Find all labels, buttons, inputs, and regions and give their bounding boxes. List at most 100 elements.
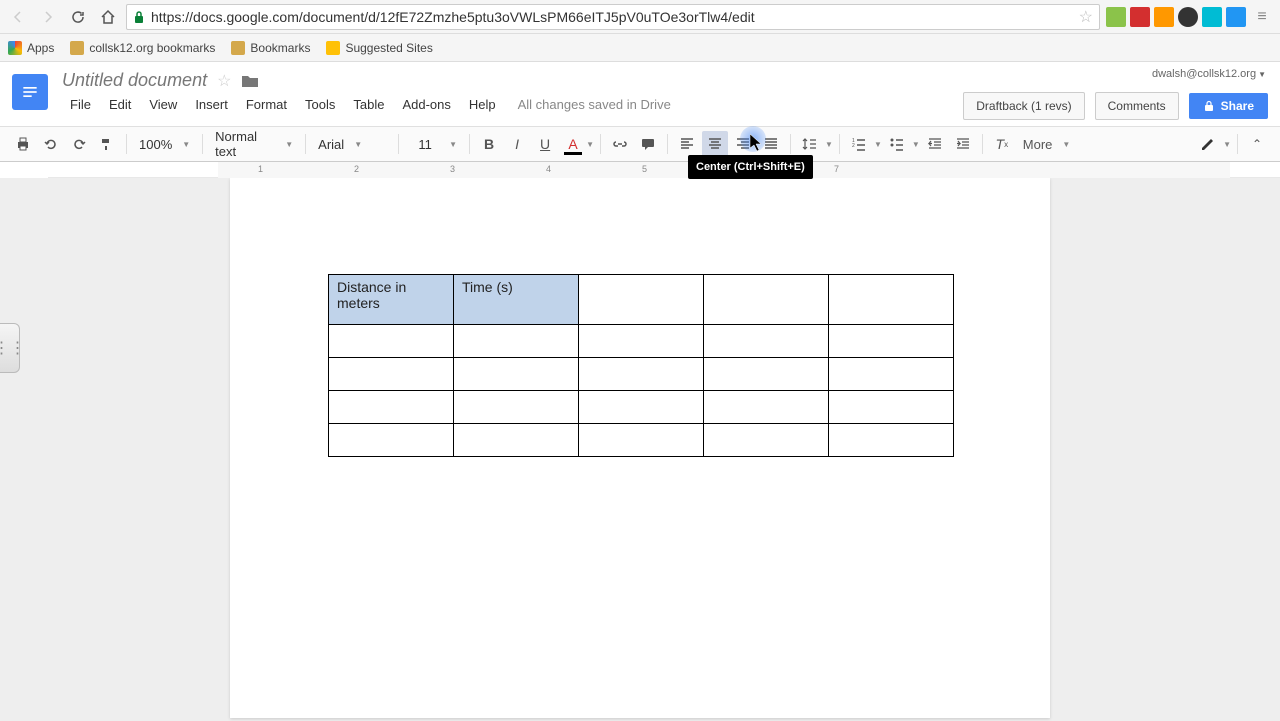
table-cell[interactable] [704, 391, 829, 424]
bulleted-list-button[interactable] [884, 131, 910, 157]
move-to-folder-icon[interactable] [241, 73, 259, 89]
table-cell[interactable] [329, 391, 454, 424]
table-cell[interactable] [579, 325, 704, 358]
more-button[interactable]: More▼ [1017, 131, 1077, 157]
table-row [329, 391, 954, 424]
table-cell[interactable] [329, 358, 454, 391]
bookmark-star-icon[interactable]: ☆ [1079, 7, 1093, 27]
print-button[interactable] [10, 131, 36, 157]
toolbar: 100%▼ Normal text▼ Arial▼ 11▼ B I U A ▼ … [0, 126, 1280, 162]
insert-comment-button[interactable] [635, 131, 661, 157]
apps-bookmark[interactable]: Apps [8, 41, 54, 55]
chrome-menu-icon[interactable]: ≡ [1250, 5, 1274, 29]
bookmark-folder[interactable]: collsk12.org bookmarks [70, 41, 215, 55]
redo-button[interactable] [66, 131, 92, 157]
document-title[interactable]: Untitled document [62, 70, 207, 91]
bookmark-link[interactable]: Suggested Sites [326, 41, 432, 55]
table-cell[interactable] [829, 275, 954, 325]
menu-addons[interactable]: Add-ons [394, 93, 458, 116]
underline-button[interactable]: U [532, 131, 558, 157]
align-justify-button[interactable] [758, 131, 784, 157]
table-cell[interactable]: Time (s) [454, 275, 579, 325]
bold-button[interactable]: B [476, 131, 502, 157]
back-button[interactable] [6, 5, 30, 29]
user-email[interactable]: dwalsh@collsk12.org▼ [1152, 68, 1266, 80]
comments-button[interactable]: Comments [1095, 92, 1179, 120]
italic-button[interactable]: I [504, 131, 530, 157]
table-cell[interactable] [829, 325, 954, 358]
document-table[interactable]: Distance in meters Time (s) [328, 274, 954, 457]
table-cell[interactable] [454, 358, 579, 391]
decrease-indent-button[interactable] [922, 131, 948, 157]
table-cell[interactable] [704, 325, 829, 358]
zoom-dropdown[interactable]: 100%▼ [133, 131, 196, 157]
undo-button[interactable] [38, 131, 64, 157]
font-size-dropdown[interactable]: 11▼ [405, 131, 463, 157]
font-dropdown[interactable]: Arial▼ [312, 131, 392, 157]
svg-text:2: 2 [852, 143, 855, 149]
table-cell[interactable] [704, 275, 829, 325]
save-status: All changes saved in Drive [518, 97, 671, 112]
table-cell[interactable] [454, 391, 579, 424]
align-left-button[interactable] [674, 131, 700, 157]
table-cell[interactable] [579, 275, 704, 325]
document-page[interactable]: Distance in meters Time (s) [230, 178, 1050, 718]
folder-icon [231, 41, 245, 55]
side-panel-tab[interactable]: ⋮⋮ [0, 323, 20, 373]
table-cell[interactable] [829, 424, 954, 457]
text-color-button[interactable]: A [560, 131, 586, 157]
draftback-button[interactable]: Draftback (1 revs) [963, 92, 1084, 120]
table-row: Distance in meters Time (s) [329, 275, 954, 325]
apps-icon [8, 41, 22, 55]
table-cell[interactable] [329, 325, 454, 358]
numbered-list-button[interactable]: 12 [846, 131, 872, 157]
extension-icon[interactable] [1154, 7, 1174, 27]
table-cell[interactable] [829, 358, 954, 391]
menu-view[interactable]: View [141, 93, 185, 116]
clear-formatting-button[interactable]: Tx [989, 131, 1015, 157]
extension-icon[interactable] [1178, 7, 1198, 27]
align-center-button[interactable] [702, 131, 728, 157]
table-cell[interactable] [454, 325, 579, 358]
table-cell[interactable] [579, 391, 704, 424]
extension-icon[interactable] [1106, 7, 1126, 27]
menu-insert[interactable]: Insert [187, 93, 236, 116]
table-cell[interactable] [579, 424, 704, 457]
table-cell[interactable] [829, 391, 954, 424]
table-cell[interactable] [579, 358, 704, 391]
table-cell[interactable] [704, 358, 829, 391]
paragraph-style-dropdown[interactable]: Normal text▼ [209, 131, 299, 157]
align-right-button[interactable] [730, 131, 756, 157]
paint-format-button[interactable] [94, 131, 120, 157]
folder-icon [70, 41, 84, 55]
menu-help[interactable]: Help [461, 93, 504, 116]
editing-mode-button[interactable] [1195, 131, 1221, 157]
table-cell[interactable]: Distance in meters [329, 275, 454, 325]
reload-button[interactable] [66, 5, 90, 29]
extension-icon[interactable] [1202, 7, 1222, 27]
browser-navigation-bar: https://docs.google.com/document/d/12fE7… [0, 0, 1280, 34]
menu-edit[interactable]: Edit [101, 93, 139, 116]
menu-tools[interactable]: Tools [297, 93, 343, 116]
line-spacing-button[interactable] [797, 131, 823, 157]
star-icon[interactable]: ☆ [217, 71, 231, 91]
table-cell[interactable] [704, 424, 829, 457]
ruler[interactable]: 1 2 3 4 5 6 7 [48, 162, 1280, 178]
increase-indent-button[interactable] [950, 131, 976, 157]
menu-table[interactable]: Table [345, 93, 392, 116]
table-cell[interactable] [454, 424, 579, 457]
share-button[interactable]: Share [1189, 93, 1268, 119]
extension-icon[interactable] [1226, 7, 1246, 27]
url-bar[interactable]: https://docs.google.com/document/d/12fE7… [126, 4, 1100, 30]
menu-bar: File Edit View Insert Format Tools Table… [62, 93, 963, 116]
home-button[interactable] [96, 5, 120, 29]
insert-link-button[interactable] [607, 131, 633, 157]
menu-file[interactable]: File [62, 93, 99, 116]
bookmark-folder[interactable]: Bookmarks [231, 41, 310, 55]
extension-icon[interactable] [1130, 7, 1150, 27]
table-cell[interactable] [329, 424, 454, 457]
hide-menus-button[interactable]: ⌃ [1244, 131, 1270, 157]
forward-button[interactable] [36, 5, 60, 29]
menu-format[interactable]: Format [238, 93, 295, 116]
docs-logo-icon[interactable] [12, 74, 48, 110]
